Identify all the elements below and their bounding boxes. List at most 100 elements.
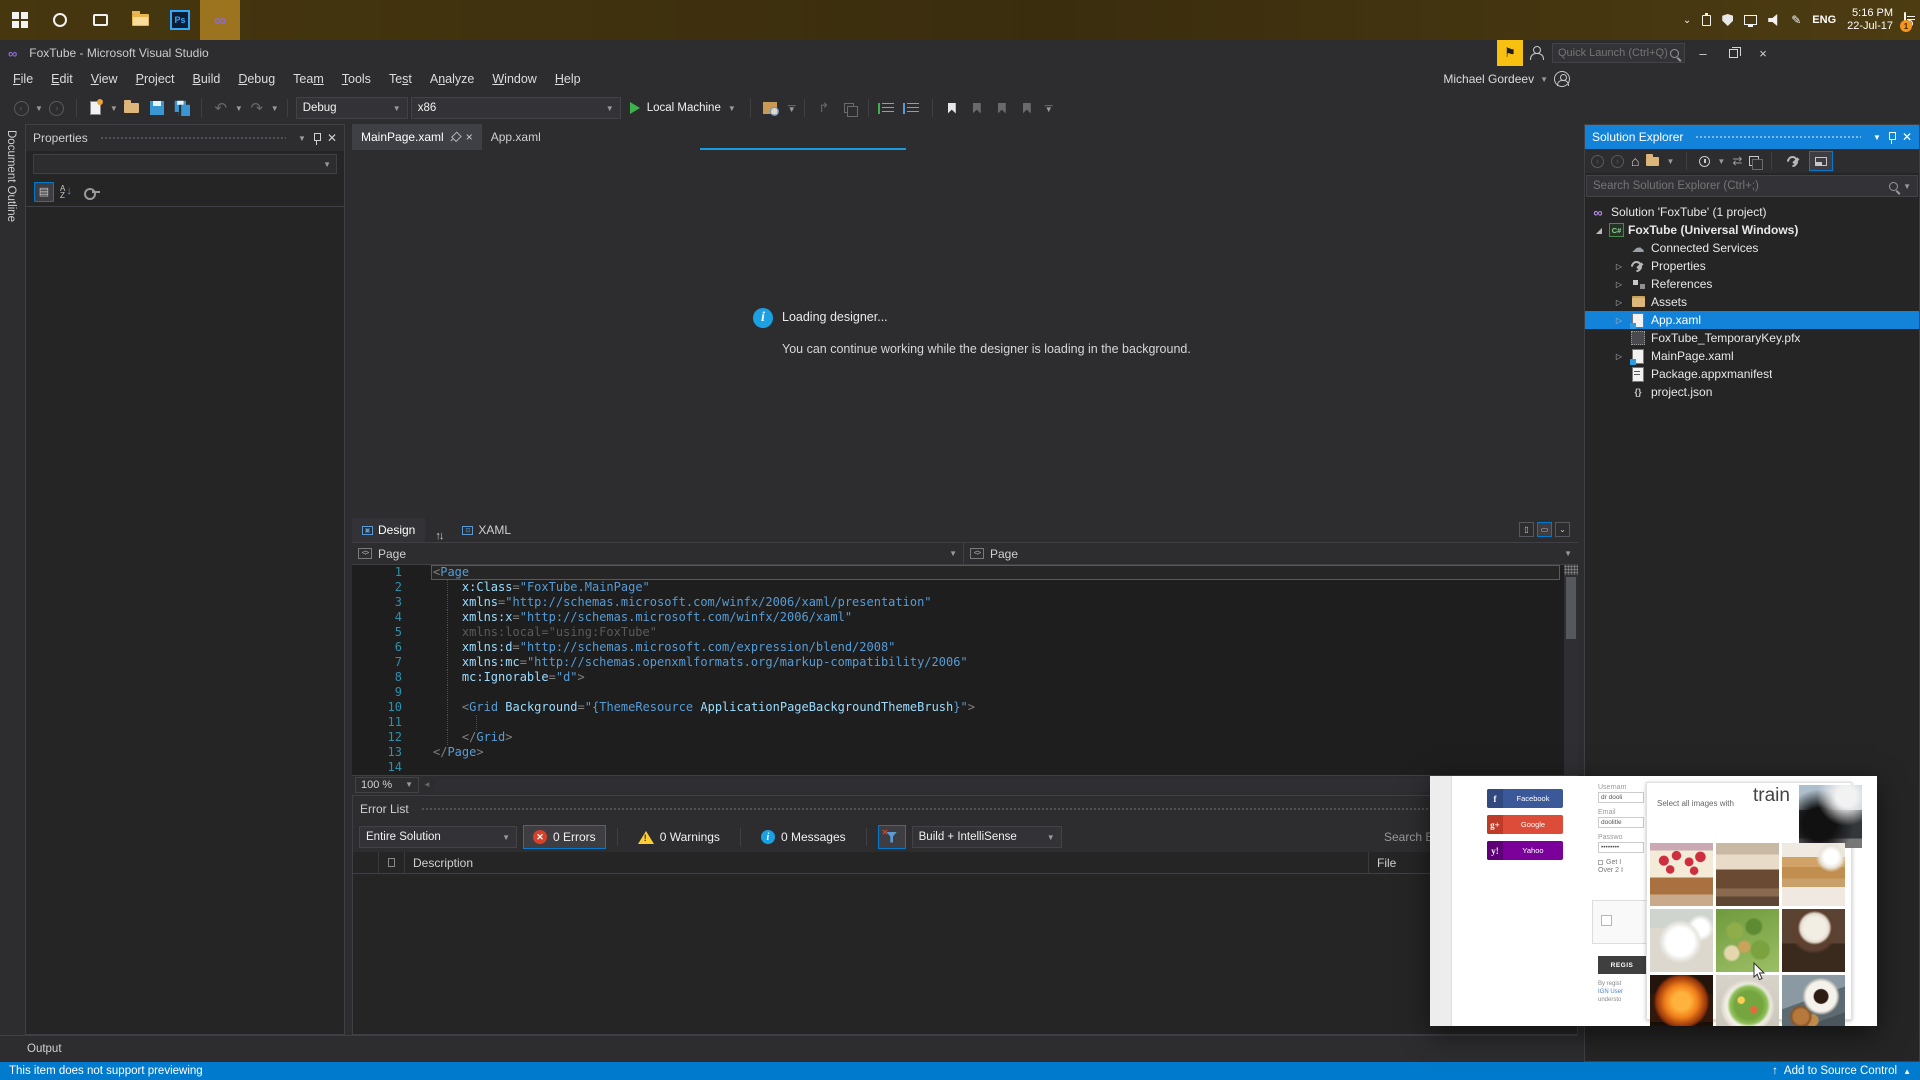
speaker-icon[interactable] (1768, 14, 1778, 26)
code-line-6[interactable]: 6 xmlns:d="http://schemas.microsoft.com/… (352, 640, 1578, 655)
code-line-9[interactable]: 9 (352, 685, 1578, 700)
xaml-code-editor[interactable]: 1 <Page 2 x:Class="FoxTube.MainPage" 3 xmln… (352, 565, 1578, 775)
new-file-button[interactable] (85, 97, 107, 119)
xaml-view-tab[interactable]: ⊡ XAML (452, 518, 521, 542)
code-line-2[interactable]: 2 x:Class="FoxTube.MainPage" (352, 580, 1578, 595)
tree-item-connected-services[interactable]: ☁ Connected Services (1585, 239, 1919, 257)
code-line-13[interactable]: 13 </Page> (352, 745, 1578, 760)
restore-button[interactable] (1718, 40, 1748, 66)
scrollbar-thumb[interactable] (1566, 577, 1576, 639)
alphabetical-sort-button[interactable]: A Z ↓ (60, 184, 72, 199)
open-expander-icon[interactable]: ◢ (1589, 226, 1609, 235)
feedback-icon[interactable] (1529, 46, 1544, 60)
navigate-forward-button[interactable]: › (46, 97, 68, 119)
code-line-12[interactable]: 12 </Grid> (352, 730, 1578, 745)
menu-file[interactable]: File (4, 72, 42, 86)
copy-window-button[interactable] (838, 97, 860, 119)
chevron-down-icon[interactable]: ▼ (949, 549, 957, 558)
code-line-3[interactable]: 3 xmlns="http://schemas.microsoft.com/wi… (352, 595, 1578, 610)
undo-dropdown[interactable]: ▼ (235, 104, 243, 113)
switch-views-dropdown[interactable]: ▼ (1666, 157, 1674, 166)
find-dropdown[interactable]: — ▼ (788, 102, 796, 114)
pending-changes-dropdown[interactable]: ▼ (1717, 157, 1725, 166)
code-line-5[interactable]: 5 xmlns:local="using:FoxTube" (352, 625, 1578, 640)
design-view-tab[interactable]: ▣ Design (352, 518, 426, 542)
preview-selected-items-toggle[interactable] (1809, 151, 1834, 171)
action-center-button[interactable]: 1 (1900, 12, 1912, 32)
navigate-back-button[interactable]: ‹ (10, 97, 32, 119)
facebook-login-button[interactable]: f Facebook (1487, 789, 1563, 808)
cortana-button[interactable] (40, 0, 80, 40)
pending-changes-filter-button[interactable] (1699, 155, 1711, 167)
close-tab-icon[interactable]: × (466, 130, 473, 144)
errors-filter-button[interactable]: ✕ 0 Errors (523, 825, 606, 849)
tree-item-app-xaml[interactable]: ▷ App.xaml (1585, 311, 1919, 329)
add-to-source-control[interactable]: ↑ Add to Source Control ▲ (1772, 1065, 1911, 1077)
file-explorer-button[interactable] (120, 0, 160, 40)
configuration-combo[interactable]: Debug ▼ (295, 97, 408, 119)
se-back-button[interactable]: ‹ (1591, 154, 1604, 168)
captcha-tile-orange-bowl[interactable] (1650, 975, 1713, 1026)
save-button[interactable] (146, 97, 168, 119)
clock[interactable]: 5:16 PM 22-Jul-17 (1847, 7, 1893, 33)
back-dropdown[interactable]: ▼ (35, 104, 43, 113)
tab-MainPage.xaml[interactable]: MainPage.xaml × (352, 124, 482, 150)
next-bookmark-button[interactable] (991, 97, 1013, 119)
username-field[interactable]: dr dooli (1598, 792, 1644, 803)
start-button[interactable] (0, 0, 40, 40)
quick-launch[interactable] (1552, 43, 1685, 63)
yahoo-login-button[interactable]: y! Yahoo (1487, 841, 1563, 860)
tab-App.xaml[interactable]: App.xaml (482, 124, 550, 150)
menu-build[interactable]: Build (184, 72, 230, 86)
menu-view[interactable]: View (82, 72, 127, 86)
browser-preview-window[interactable]: f Facebook g+ Google y! Yahoo Usernam dr dool… (1430, 776, 1877, 1026)
properties-button[interactable] (1784, 153, 1802, 169)
redo-button[interactable]: ↷ (246, 97, 268, 119)
error-list-header[interactable]: Error List (353, 796, 1577, 822)
tree-item-assets[interactable]: ▷ Assets (1585, 293, 1919, 311)
swap-panes-button[interactable]: ↑↓ (425, 530, 452, 542)
scroll-left-arrow[interactable]: ◂ (419, 779, 435, 790)
tree-item-foxtube-universal-windows-[interactable]: ◢ C# FoxTube (Universal Windows) (1585, 221, 1919, 239)
code-line-8[interactable]: 8 mc:Ignorable="d"> (352, 670, 1578, 685)
uncomment-lines-button[interactable] (902, 97, 924, 119)
bookmark-button[interactable] (941, 97, 963, 119)
solution-explorer-header[interactable]: Solution Explorer ▼ ✕ (1585, 125, 1919, 149)
task-view-button[interactable] (80, 0, 120, 40)
menu-analyze[interactable]: Analyze (421, 72, 483, 86)
closed-expander-icon[interactable]: ▷ (1609, 280, 1629, 289)
menu-test[interactable]: Test (380, 72, 421, 86)
menu-edit[interactable]: Edit (42, 72, 82, 86)
tree-item-project-json[interactable]: {} project.json (1585, 383, 1919, 401)
tree-item-mainpage-xaml[interactable]: ▷ MainPage.xaml (1585, 347, 1919, 365)
window-position-dropdown[interactable]: ▼ (1873, 133, 1881, 142)
severity-column[interactable] (353, 852, 379, 873)
property-key-icon[interactable] (83, 187, 100, 200)
split-grip[interactable] (1564, 565, 1578, 575)
se-search-input[interactable] (1593, 180, 1890, 192)
code-line-11[interactable]: 11 (352, 715, 1578, 730)
description-column-header[interactable]: Description (405, 852, 1369, 873)
closed-expander-icon[interactable]: ▷ (1609, 316, 1629, 325)
captcha-tile-coffee-cookies[interactable] (1782, 975, 1845, 1026)
tree-item-solution-foxtube-1-project-[interactable]: ∞ Solution 'FoxTube' (1 project) (1585, 203, 1919, 221)
newsletter-checkbox-row[interactable]: Get I (1598, 859, 1648, 866)
close-button[interactable]: × (1748, 40, 1778, 66)
horizontal-split-button[interactable]: ▭ (1537, 522, 1552, 537)
pin-tab-icon[interactable] (448, 130, 461, 143)
legal-link[interactable]: IGN User (1598, 988, 1623, 996)
tree-item-package-appxmanifest[interactable]: Package.appxmanifest (1585, 365, 1919, 383)
closed-expander-icon[interactable]: ▷ (1609, 352, 1629, 361)
messages-filter-button[interactable]: i 0 Messages (752, 825, 855, 849)
properties-header[interactable]: Properties ▼ ✕ (26, 125, 344, 151)
sync-with-active-document-button[interactable]: ⇄ (1732, 154, 1742, 168)
horizontal-scrollbar[interactable] (435, 777, 1564, 792)
search-options-dropdown[interactable]: ▼ (1903, 182, 1911, 191)
category-column[interactable] (379, 852, 405, 873)
email-field[interactable]: doolitle (1598, 817, 1644, 828)
closed-expander-icon[interactable]: ▷ (1609, 262, 1629, 271)
code-line-4[interactable]: 4 xmlns:x="http://schemas.microsoft.com/… (352, 610, 1578, 625)
output-panel-bar[interactable]: Output (0, 1035, 1578, 1062)
minimize-button[interactable]: – (1688, 40, 1718, 66)
build-intellisense-combo[interactable]: Build + IntelliSense ▼ (911, 826, 1062, 848)
